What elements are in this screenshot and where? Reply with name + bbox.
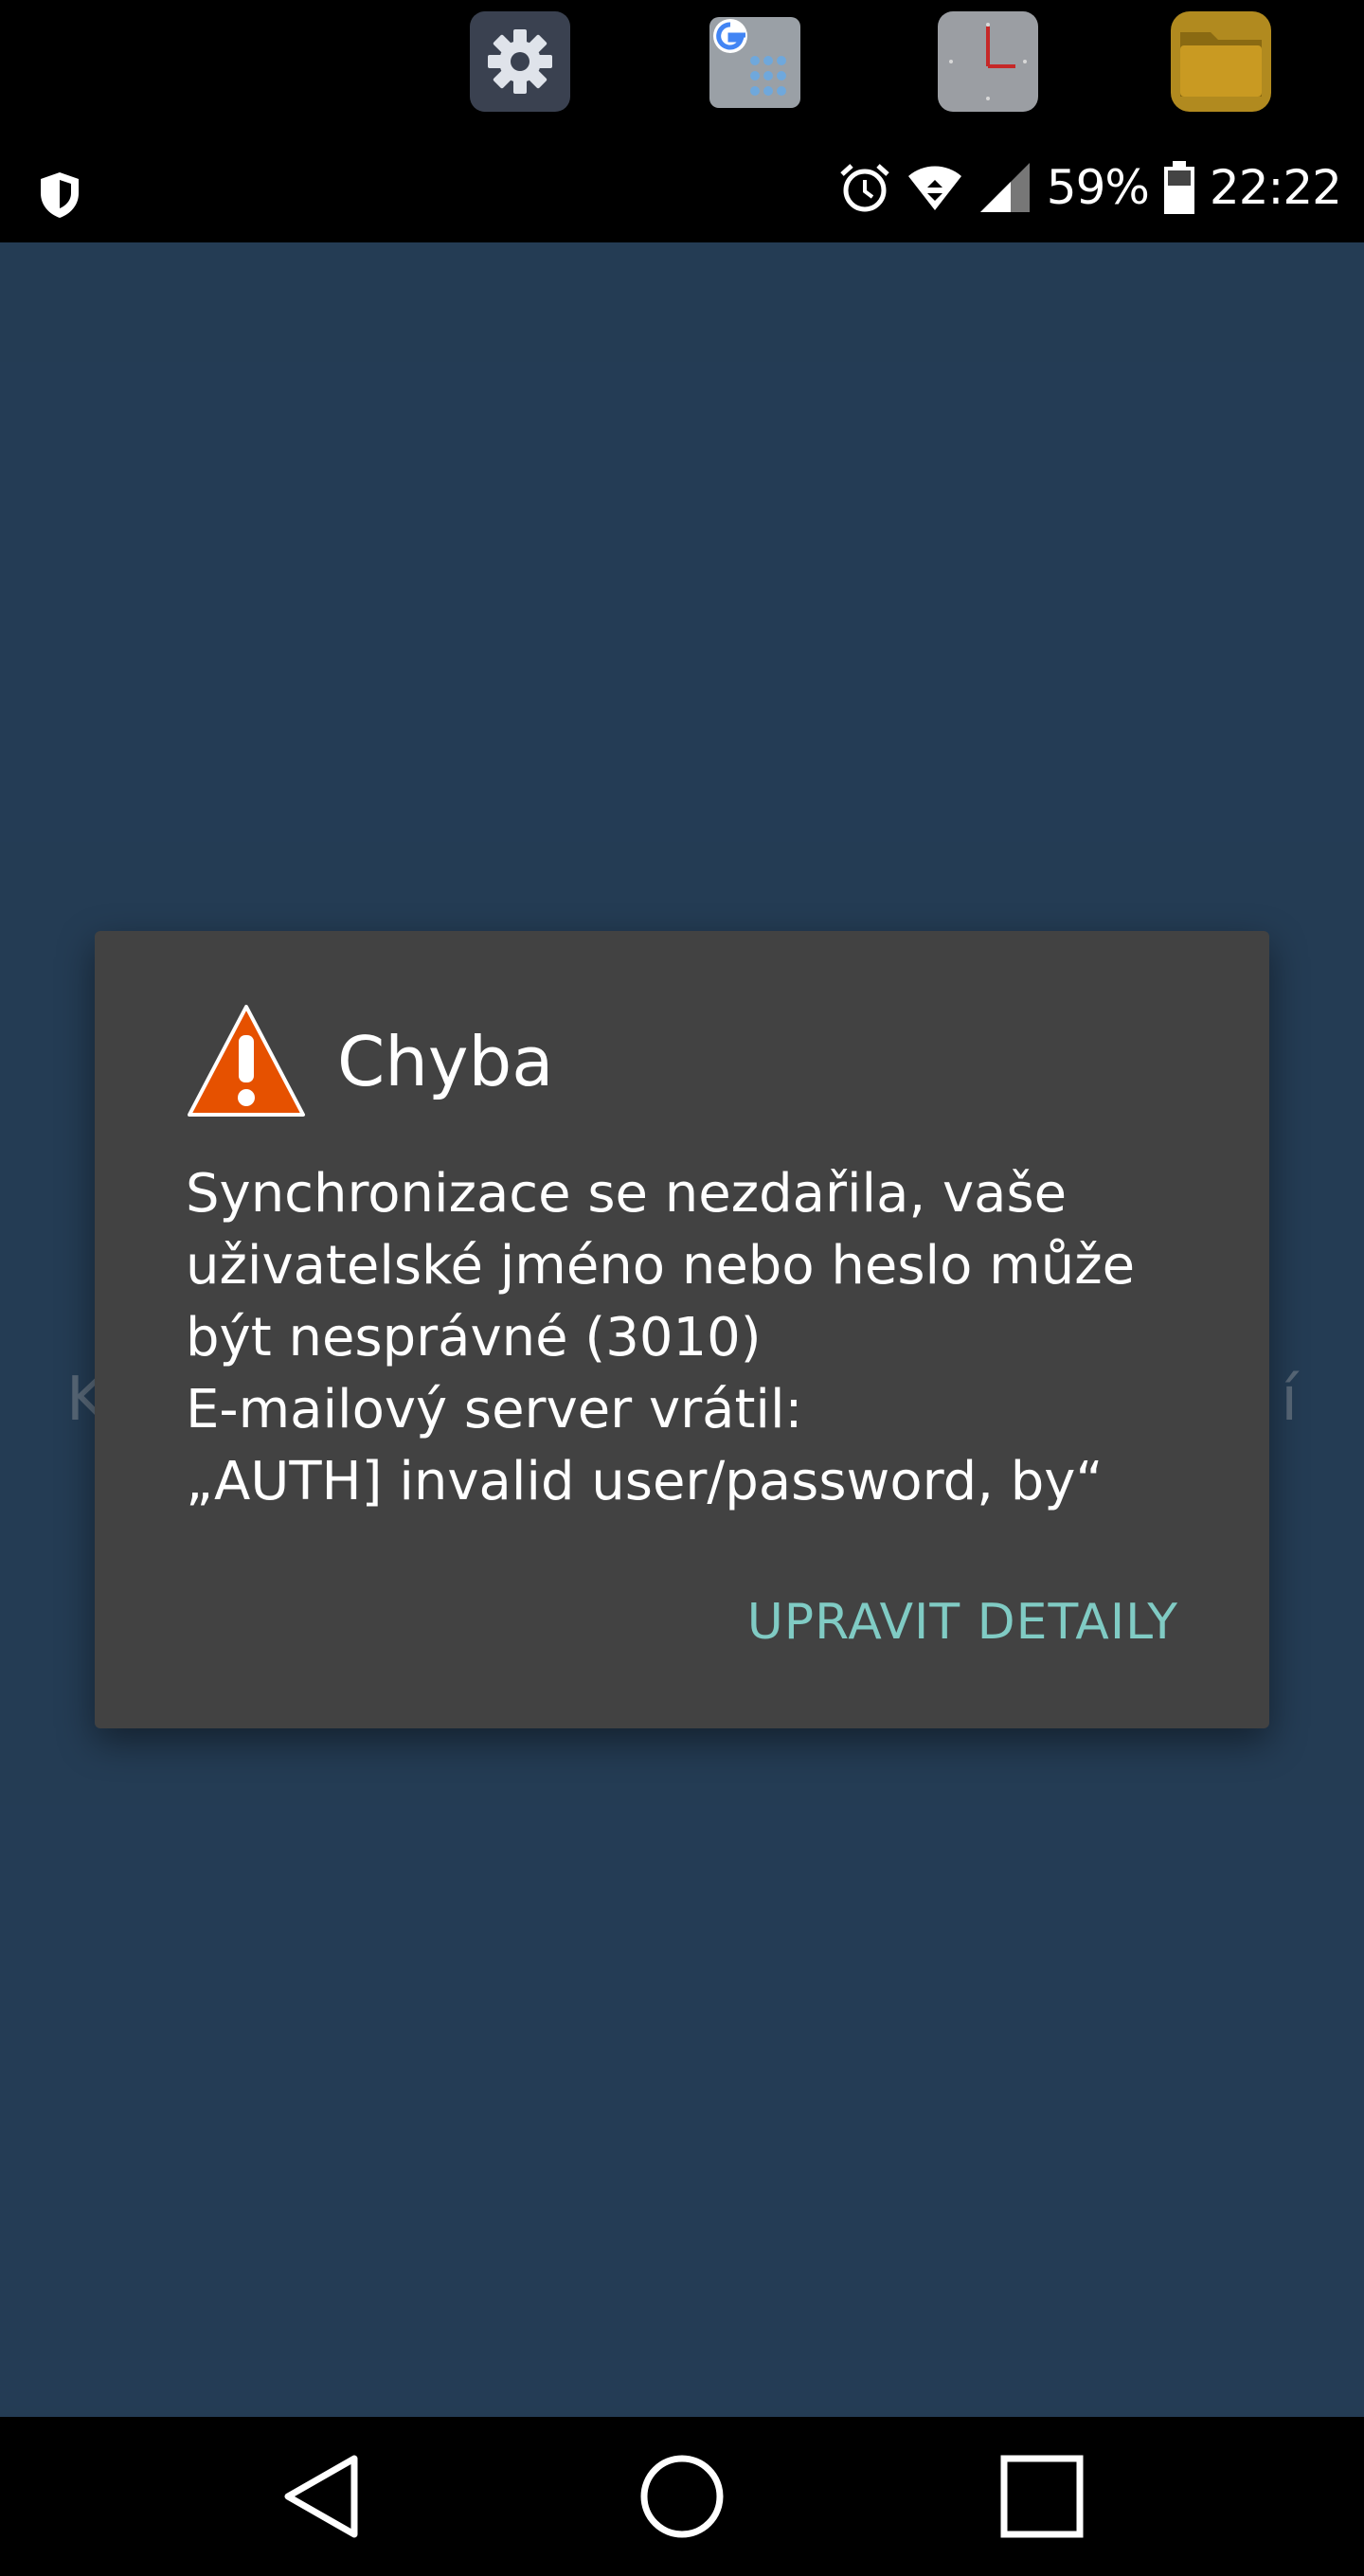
dialog-message-line: E-mailový server vrátil:: [186, 1379, 803, 1440]
navigation-bar: [0, 2417, 1364, 2576]
recents-icon: [1000, 2455, 1084, 2538]
back-button[interactable]: [275, 2449, 369, 2544]
settings-app-icon[interactable]: [470, 11, 570, 112]
status-bar: 59% 22:22: [0, 131, 1364, 242]
status-icons: 59% 22:22: [836, 150, 1342, 225]
wifi-icon: [906, 159, 963, 216]
dialog-message: Synchronizace se nezdařila, vaše uživate…: [186, 1158, 1209, 1518]
home-button[interactable]: [635, 2449, 729, 2544]
clock-app-icon[interactable]: [938, 11, 1038, 112]
battery-icon: [1162, 161, 1196, 214]
dialog-title: Chyba: [337, 1022, 554, 1101]
files-app-icon[interactable]: [1171, 11, 1271, 112]
signal-icon: [977, 159, 1033, 216]
error-dialog: Chyba Synchronizace se nezdařila, vaše u…: [95, 931, 1269, 1728]
dialog-message-line: být nesprávné (3010): [186, 1307, 762, 1368]
gboard-app-icon[interactable]: [709, 17, 800, 108]
phone-screen: 59% 22:22 K í Chyba Synchronizace se nez…: [0, 0, 1364, 2576]
battery-percent: 59%: [1046, 160, 1150, 215]
alarm-icon: [836, 159, 893, 216]
top-app-strip: [0, 0, 1364, 131]
back-icon: [284, 2455, 358, 2538]
warning-icon: [186, 1003, 307, 1120]
dialog-header: Chyba: [186, 1003, 553, 1120]
dialog-message-line: uživatelské jméno nebo heslo může: [186, 1235, 1136, 1297]
home-icon: [640, 2455, 724, 2538]
edit-details-button[interactable]: UPRAVIT DETAILY: [747, 1594, 1178, 1651]
shield-icon: [38, 170, 81, 220]
clock-time: 22:22: [1209, 160, 1342, 215]
recents-button[interactable]: [995, 2449, 1089, 2544]
dialog-message-line: „AUTH] invalid user/password, by“: [186, 1451, 1104, 1512]
dialog-message-line: Synchronizace se nezdařila, vaše: [186, 1163, 1068, 1225]
